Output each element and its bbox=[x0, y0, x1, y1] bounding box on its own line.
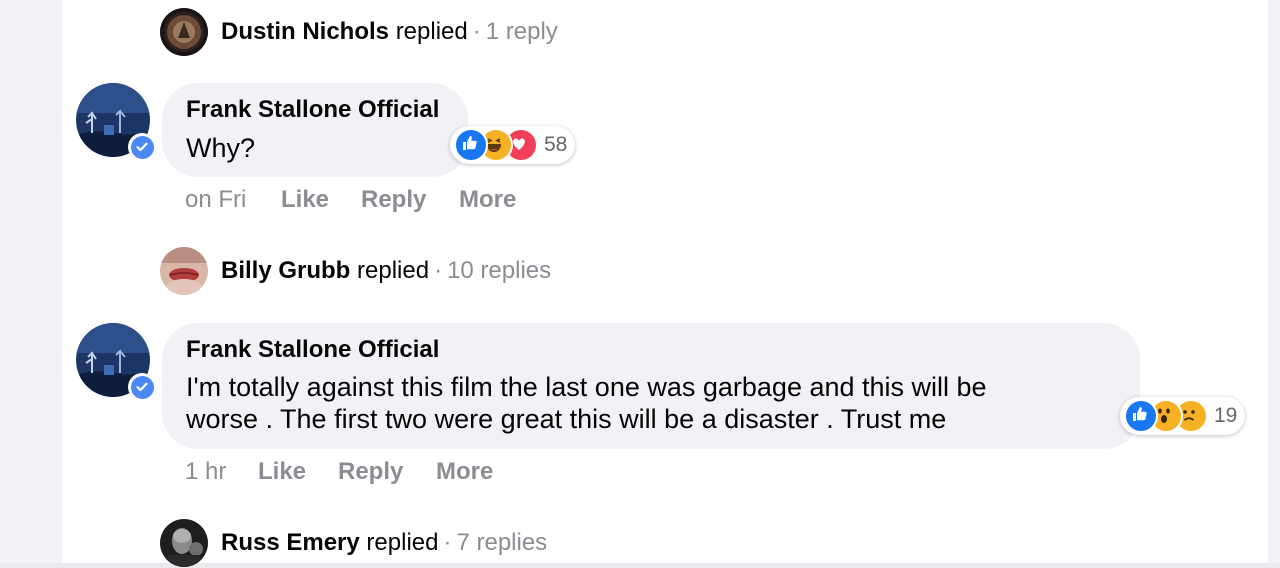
comment-author[interactable]: Frank Stallone Official bbox=[186, 96, 439, 124]
page-background-right bbox=[1268, 0, 1280, 563]
like-icon bbox=[1124, 399, 1158, 433]
page-background-left bbox=[0, 0, 62, 563]
verified-badge-icon bbox=[128, 373, 156, 401]
like-icon bbox=[454, 128, 488, 162]
comment-timestamp[interactable]: 1 hr bbox=[185, 458, 258, 486]
separator-dot: · bbox=[434, 257, 443, 284]
reactions-summary[interactable]: 19 bbox=[1120, 397, 1246, 435]
reply-button[interactable]: Reply bbox=[361, 186, 459, 214]
reaction-count: 19 bbox=[1214, 404, 1238, 427]
replies-link-dustin[interactable]: Dustin Nichols replied · 1 reply bbox=[160, 7, 558, 57]
reactions-summary[interactable]: 58 bbox=[450, 126, 576, 164]
comment-text: Why? bbox=[186, 133, 256, 163]
reply-author[interactable]: Russ Emery bbox=[221, 529, 360, 556]
replies-link-billy[interactable]: Billy Grubb replied · 10 replies bbox=[160, 246, 551, 296]
verified-badge-icon bbox=[128, 133, 156, 161]
replies-summary: Dustin Nichols replied · 1 reply bbox=[221, 18, 558, 46]
replies-summary: Russ Emery replied · 7 replies bbox=[221, 529, 547, 557]
commenter-avatar[interactable] bbox=[76, 83, 156, 161]
comment-text-line: I'm totally against this film the last o… bbox=[186, 372, 987, 402]
avatar[interactable] bbox=[160, 519, 208, 567]
reply-verb: replied bbox=[366, 529, 439, 556]
reply-verb: replied bbox=[357, 257, 430, 284]
replies-link-russ[interactable]: Russ Emery replied · 7 replies bbox=[160, 518, 547, 568]
comment-text: I'm totally against this film the last o… bbox=[186, 371, 987, 435]
commenter-avatar[interactable] bbox=[76, 323, 156, 401]
reply-button[interactable]: Reply bbox=[338, 458, 436, 486]
reply-verb: replied bbox=[395, 18, 468, 45]
avatar[interactable] bbox=[160, 247, 208, 295]
comment-timestamp[interactable]: on Fri bbox=[185, 186, 281, 214]
comment-actions: on Fri Like Reply More bbox=[185, 186, 516, 214]
reply-author[interactable]: Dustin Nichols bbox=[221, 18, 389, 45]
reaction-count: 58 bbox=[544, 133, 568, 156]
replies-summary: Billy Grubb replied · 10 replies bbox=[221, 257, 551, 285]
comment-text-line: worse . The first two were great this wi… bbox=[186, 404, 947, 434]
reply-author[interactable]: Billy Grubb bbox=[221, 257, 350, 284]
comment-author[interactable]: Frank Stallone Official bbox=[186, 336, 439, 364]
reply-count[interactable]: 1 reply bbox=[486, 18, 558, 45]
reply-count[interactable]: 10 replies bbox=[447, 257, 551, 284]
reply-count[interactable]: 7 replies bbox=[456, 529, 547, 556]
like-button[interactable]: Like bbox=[281, 186, 361, 214]
separator-dot: · bbox=[443, 529, 452, 556]
comment-bubble: Frank Stallone Official Why? bbox=[162, 83, 468, 177]
avatar[interactable] bbox=[160, 8, 208, 56]
separator-dot: · bbox=[472, 18, 481, 45]
like-button[interactable]: Like bbox=[258, 458, 338, 486]
more-button[interactable]: More bbox=[459, 186, 516, 214]
more-button[interactable]: More bbox=[436, 458, 493, 486]
comment-bubble: Frank Stallone Official I'm totally agai… bbox=[162, 323, 1140, 449]
comment-actions: 1 hr Like Reply More bbox=[185, 458, 493, 486]
